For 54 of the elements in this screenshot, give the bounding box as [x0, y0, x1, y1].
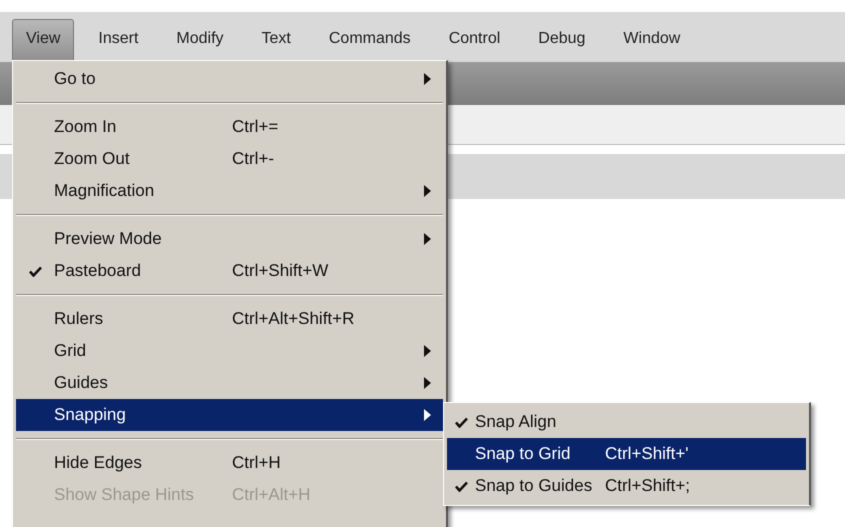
menu-item[interactable]: Commands — [314, 19, 425, 62]
menu-label: Snapping — [54, 404, 127, 426]
menu-label: Zoom In — [54, 116, 118, 138]
menu-item[interactable]: Snap Align — [447, 406, 806, 438]
shortcut-label: Ctrl+Shift+' — [605, 444, 689, 464]
shortcut-label: Ctrl+Shift+W — [232, 261, 328, 280]
menu-item[interactable]: Guides — [16, 367, 443, 399]
menu-label: Snap to Guides — [475, 475, 594, 498]
menu-item[interactable]: Snap to Grid Ctrl+Shift+' — [447, 438, 806, 470]
submenu-arrow-icon — [424, 409, 431, 421]
menu-label: Hide Edges — [54, 452, 143, 474]
menu-item[interactable]: Zoom In Ctrl+= — [16, 111, 443, 143]
menu-label: Pasteboard — [54, 260, 142, 282]
menu-item[interactable]: Magnification — [16, 175, 443, 207]
menu-item[interactable]: Hide Edges Ctrl+H — [16, 447, 443, 479]
shortcut-label: Ctrl+Alt+H — [232, 485, 310, 504]
checkmark-icon — [454, 416, 468, 428]
menu-item[interactable]: Snap to Guides Ctrl+Shift+; — [447, 470, 806, 502]
menu-item[interactable]: Insert — [84, 19, 152, 62]
menu-item[interactable]: Window — [609, 19, 694, 62]
menu-item[interactable]: Zoom Out Ctrl+- — [16, 143, 443, 175]
submenu-arrow-icon — [424, 377, 431, 389]
menu-label: Show Shape Hints — [54, 484, 195, 506]
menu-label: Magnification — [54, 180, 156, 202]
menu-item[interactable]: Debug — [524, 19, 600, 62]
menu-item[interactable]: Go to — [16, 63, 443, 95]
menu-label: Preview Mode — [54, 228, 163, 250]
menu-label: Go to — [54, 68, 97, 90]
checkmark-icon — [454, 480, 468, 492]
menu-label: Zoom Out — [54, 148, 131, 170]
shortcut-label: Ctrl+= — [232, 117, 278, 136]
menu-item[interactable]: Control — [434, 19, 514, 62]
menu-item[interactable]: Pasteboard Ctrl+Shift+W — [16, 255, 443, 287]
menu-label: Guides — [54, 372, 109, 394]
menu-item[interactable]: Grid — [16, 335, 443, 367]
menu-label: Snap Align — [475, 411, 558, 434]
shortcut-label: Ctrl+H — [232, 453, 281, 472]
menu-label: Rulers — [54, 308, 104, 330]
menu-item[interactable]: Snapping — [16, 399, 443, 431]
shortcut-label: Ctrl+Alt+Shift+R — [232, 309, 354, 328]
menu-item[interactable]: Preview Mode — [16, 223, 443, 255]
menu-item[interactable]: Rulers Ctrl+Alt+Shift+R — [16, 303, 443, 335]
submenu-arrow-icon — [424, 73, 431, 85]
menu-item[interactable]: Modify — [162, 19, 238, 62]
submenu-arrow-icon — [424, 345, 431, 357]
menu-item[interactable]: Text — [248, 19, 305, 62]
submenu-arrow-icon — [424, 233, 431, 245]
checkmark-icon — [28, 266, 42, 276]
shortcut-label: Ctrl+Shift+; — [605, 476, 690, 496]
menu-item[interactable]: View — [12, 19, 74, 62]
shortcut-label: Ctrl+- — [232, 149, 274, 168]
menu-label: Snap to Grid — [475, 443, 572, 466]
submenu-arrow-icon — [424, 185, 431, 197]
menu-label: Grid — [54, 340, 88, 362]
